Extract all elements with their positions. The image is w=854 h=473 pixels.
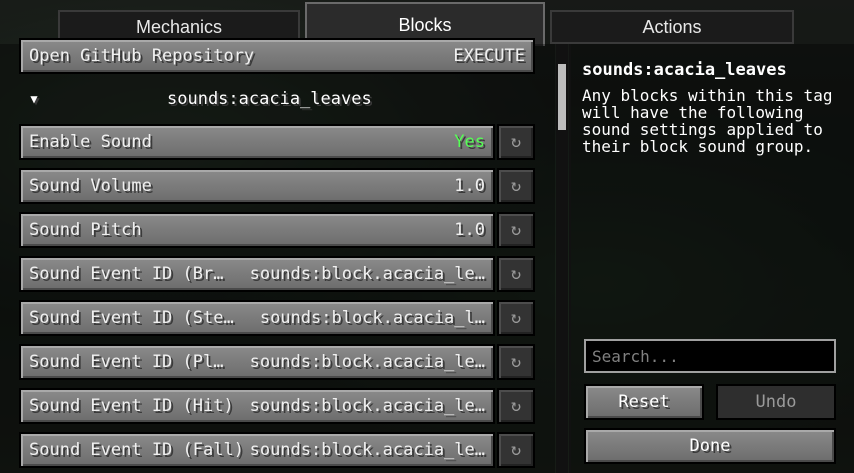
- execute-label: EXECUTE: [453, 46, 525, 66]
- open-github-label: Open GitHub Repository: [29, 46, 255, 66]
- row-label: Sound Event ID (Ste…: [29, 308, 234, 328]
- tab-actions[interactable]: Actions: [550, 10, 794, 44]
- reset-icon[interactable]: ↻: [497, 212, 535, 248]
- row-value: sounds:block.acacia_le…: [249, 440, 485, 460]
- tab-blocks-label: Blocks: [398, 14, 452, 35]
- undo-button[interactable]: Undo: [716, 384, 836, 420]
- row-label: Sound Event ID (Fall): [29, 440, 244, 460]
- sound-volume-field[interactable]: Sound Volume 1.0: [19, 168, 495, 204]
- row-value: sounds:block.acacia_le…: [249, 264, 485, 284]
- panel-title: sounds:acacia_leaves: [582, 60, 787, 80]
- reset-icon[interactable]: ↻: [497, 388, 535, 424]
- sound-pitch-field[interactable]: Sound Pitch 1.0: [19, 212, 495, 248]
- group-header[interactable]: ▼ sounds:acacia_leaves: [19, 84, 535, 114]
- enable-sound-toggle[interactable]: Enable Sound Yes: [19, 124, 495, 160]
- tab-mechanics-label: Mechanics: [135, 16, 223, 37]
- done-button-label: Done: [689, 436, 731, 456]
- reset-icon[interactable]: ↻: [497, 300, 535, 336]
- row-label: Sound Event ID (Pl…: [29, 352, 224, 372]
- sound-event-step-field[interactable]: Sound Event ID (Ste… sounds:block.acacia…: [19, 300, 495, 336]
- panel-description: Any blocks within this tag will have the…: [582, 86, 833, 156]
- sound-event-place-field[interactable]: Sound Event ID (Pl… sounds:block.acacia_…: [19, 344, 495, 380]
- reset-icon[interactable]: ↻: [497, 168, 535, 204]
- open-github-button[interactable]: Open GitHub Repository EXECUTE: [19, 38, 535, 74]
- row-value: Yes: [454, 132, 485, 152]
- sound-event-hit-field[interactable]: Sound Event ID (Hit) sounds:block.acacia…: [19, 388, 495, 424]
- reset-button-label: Reset: [618, 392, 670, 412]
- done-button[interactable]: Done: [584, 428, 836, 464]
- undo-button-label: Undo: [755, 392, 797, 412]
- row-label: Enable Sound: [29, 132, 152, 152]
- sound-event-fall-field[interactable]: Sound Event ID (Fall) sounds:block.acaci…: [19, 432, 495, 468]
- row-value: 1.0: [454, 176, 485, 196]
- reset-icon[interactable]: ↻: [497, 124, 535, 160]
- scrollbar-thumb[interactable]: [558, 64, 566, 130]
- row-label: Sound Event ID (Hit): [29, 396, 234, 416]
- reset-icon[interactable]: ↻: [497, 432, 535, 468]
- row-value: 1.0: [454, 220, 485, 240]
- row-value: sounds:block.acacia_l…: [259, 308, 485, 328]
- reset-button[interactable]: Reset: [584, 384, 704, 420]
- reset-icon[interactable]: ↻: [497, 256, 535, 292]
- reset-icon[interactable]: ↻: [497, 344, 535, 380]
- tab-actions-label: Actions: [642, 16, 702, 37]
- group-title: sounds:acacia_leaves: [167, 89, 372, 109]
- row-label: Sound Pitch: [29, 220, 142, 240]
- search-input[interactable]: [584, 339, 836, 373]
- row-label: Sound Volume: [29, 176, 152, 196]
- collapse-arrow-icon[interactable]: ▼: [19, 92, 49, 106]
- sound-event-break-field[interactable]: Sound Event ID (Br… sounds:block.acacia_…: [19, 256, 495, 292]
- row-value: sounds:block.acacia_le…: [249, 352, 485, 372]
- row-label: Sound Event ID (Br…: [29, 264, 224, 284]
- row-value: sounds:block.acacia_le…: [249, 396, 485, 416]
